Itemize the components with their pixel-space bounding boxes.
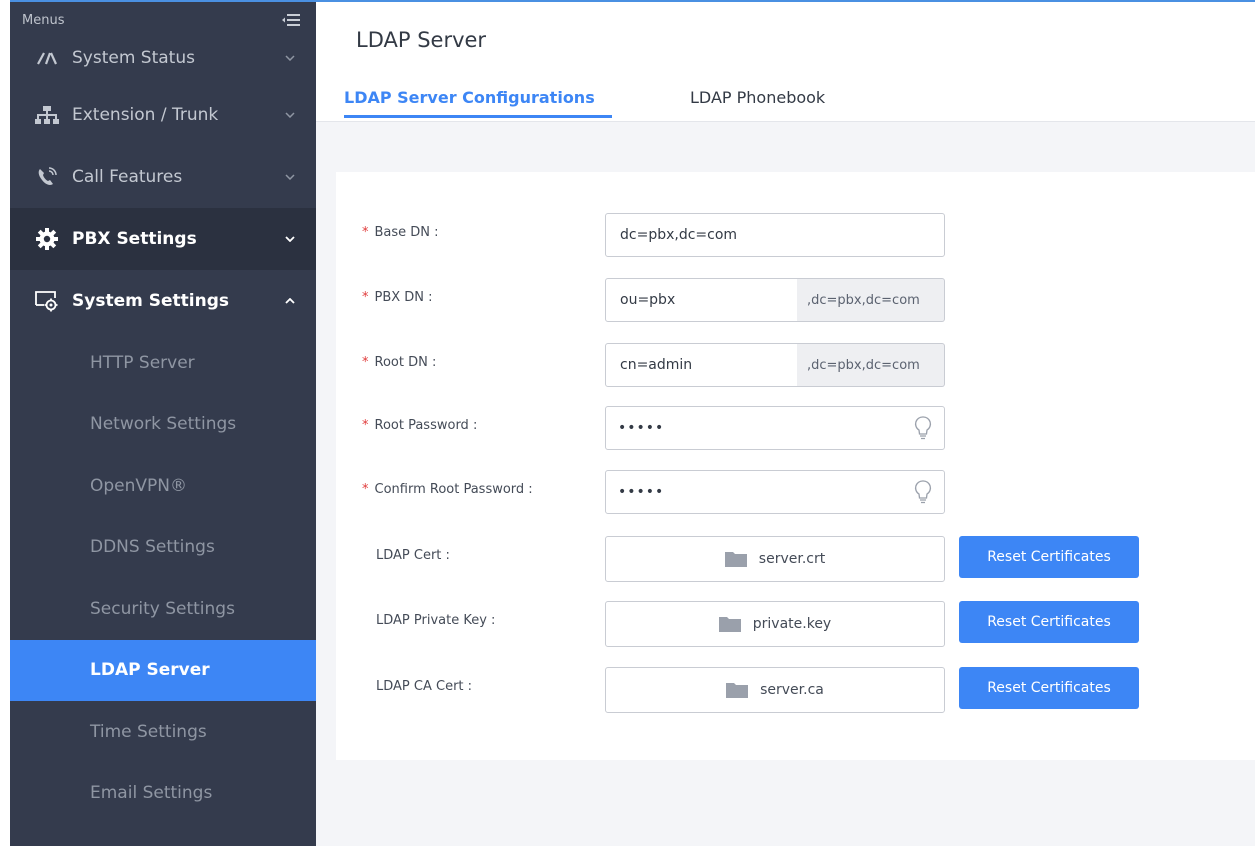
folder-icon xyxy=(718,617,741,632)
sidebar-subitem-ddns-settings[interactable]: DDNS Settings xyxy=(10,517,316,579)
label-text: PBX DN : xyxy=(374,290,433,305)
root-password-row: * Root Password : ••••• xyxy=(336,406,1255,450)
folder-icon xyxy=(726,683,749,698)
sidebar-item-label: System Settings xyxy=(72,291,229,311)
chevron-down-icon xyxy=(284,109,296,121)
ldap-ca-cert-row: LDAP CA Cert : server.ca Reset Certifica… xyxy=(336,667,1255,713)
active-tab-indicator xyxy=(344,115,612,118)
root-dn-suffix: ,dc=pbx,dc=com xyxy=(797,343,945,387)
network-icon xyxy=(34,104,60,126)
root-dn-label: * Root DN : xyxy=(362,355,436,370)
label-text: Root Password : xyxy=(374,418,478,433)
sidebar-item-system-settings[interactable]: System Settings xyxy=(10,270,316,332)
root-dn-input[interactable]: cn=admin xyxy=(605,343,798,387)
label-text: Root DN : xyxy=(374,355,437,370)
required-star: * xyxy=(362,290,369,305)
label-text: Confirm Root Password : xyxy=(374,482,533,497)
ldap-private-key-label: LDAP Private Key : xyxy=(376,613,496,628)
ldap-cert-row: LDAP Cert : server.crt Reset Certificate… xyxy=(336,536,1255,582)
system-settings-icon xyxy=(34,290,60,312)
ldap-ca-cert-filename: server.ca xyxy=(760,682,824,698)
base-dn-value: dc=pbx,dc=com xyxy=(620,227,738,243)
tab-ldap-server-configurations[interactable]: LDAP Server Configurations xyxy=(344,88,595,107)
required-star: * xyxy=(362,225,369,240)
chevron-down-icon xyxy=(284,233,296,245)
root-dn-row: * Root DN : cn=admin ,dc=pbx,dc=com xyxy=(336,343,1255,387)
sidebar-subitem-ldap-server[interactable]: LDAP Server xyxy=(10,639,316,701)
sidebar-subitem-http-server[interactable]: HTTP Server xyxy=(10,332,316,394)
pbx-dn-row: * PBX DN : ou=pbx ,dc=pbx,dc=com xyxy=(336,278,1255,322)
chevron-down-icon xyxy=(284,52,296,64)
sidebar-subitem-security-settings[interactable]: Security Settings xyxy=(10,578,316,640)
required-star: * xyxy=(362,355,369,370)
phone-icon xyxy=(34,166,60,188)
ldap-cert-filename: server.crt xyxy=(758,551,826,567)
left-margin xyxy=(0,0,10,846)
sidebar: Menus System Status Extension / Trunk Ca… xyxy=(10,2,316,846)
pbx-dn-value: ou=pbx xyxy=(620,292,676,308)
required-star: * xyxy=(362,482,369,497)
sidebar-item-label: PBX Settings xyxy=(72,229,197,249)
ldap-private-key-filename: private.key xyxy=(752,616,832,632)
pbx-dn-label: * PBX DN : xyxy=(362,290,433,305)
root-password-value: ••••• xyxy=(618,420,665,436)
sidebar-item-extension-trunk[interactable]: Extension / Trunk xyxy=(10,84,316,146)
ldap-config-form: * Base DN : dc=pbx,dc=com * PBX DN : ou=pb… xyxy=(336,172,1255,760)
folder-icon xyxy=(724,552,747,567)
page-title: LDAP Server xyxy=(356,28,487,52)
lightbulb-icon[interactable] xyxy=(914,415,932,441)
sidebar-item-label: Call Features xyxy=(72,167,183,187)
sidebar-subitem-email-settings[interactable]: Email Settings xyxy=(10,763,316,825)
sidebar-subitem-openvpn[interactable]: OpenVPN® xyxy=(10,455,316,517)
ldap-ca-cert-file-input[interactable]: server.ca xyxy=(605,667,945,713)
ldap-cert-file-input[interactable]: server.crt xyxy=(605,536,945,582)
reset-certificates-button[interactable]: Reset Certificates xyxy=(959,536,1139,578)
sidebar-item-call-features[interactable]: Call Features xyxy=(10,146,316,208)
confirm-password-label: * Confirm Root Password : xyxy=(362,482,533,497)
sidebar-subitem-time-settings[interactable]: Time Settings xyxy=(10,701,316,763)
root-password-label: * Root Password : xyxy=(362,418,477,433)
label-text: Base DN : xyxy=(374,225,439,240)
confirm-password-value: ••••• xyxy=(618,484,665,500)
base-dn-input[interactable]: dc=pbx,dc=com xyxy=(605,213,945,257)
sidebar-item-label: Extension / Trunk xyxy=(72,105,219,125)
ldap-private-key-file-input[interactable]: private.key xyxy=(605,601,945,647)
collapse-menu-icon[interactable] xyxy=(282,13,300,27)
lightbulb-icon[interactable] xyxy=(914,479,932,505)
main-content: LDAP Server LDAP Server Configurations L… xyxy=(316,2,1255,846)
confirm-password-row: * Confirm Root Password : ••••• xyxy=(336,470,1255,514)
required-star: * xyxy=(362,418,369,433)
sidebar-item-pbx-settings[interactable]: PBX Settings xyxy=(10,208,316,270)
root-dn-value: cn=admin xyxy=(620,357,693,373)
confirm-password-input[interactable]: ••••• xyxy=(605,470,945,514)
sidebar-item-label: System Status xyxy=(72,48,195,68)
sidebar-subitem-network-settings[interactable]: Network Settings xyxy=(10,394,316,456)
gear-icon xyxy=(34,228,60,250)
sidebar-item-system-status[interactable]: System Status xyxy=(10,32,316,84)
ldap-cert-label: LDAP Cert : xyxy=(376,548,450,563)
pbx-dn-suffix: ,dc=pbx,dc=com xyxy=(797,278,945,322)
reset-certificates-button[interactable]: Reset Certificates xyxy=(959,667,1139,709)
base-dn-label: * Base DN : xyxy=(362,225,439,240)
ldap-ca-cert-label: LDAP CA Cert : xyxy=(376,679,473,694)
chevron-up-icon xyxy=(284,295,296,307)
chevron-down-icon xyxy=(284,171,296,183)
pbx-dn-input[interactable]: ou=pbx xyxy=(605,278,798,322)
menus-label: Menus xyxy=(22,12,65,28)
root-password-input[interactable]: ••••• xyxy=(605,406,945,450)
gauge-icon xyxy=(34,47,60,69)
tab-ldap-phonebook[interactable]: LDAP Phonebook xyxy=(690,88,825,107)
reset-certificates-button[interactable]: Reset Certificates xyxy=(959,601,1139,643)
base-dn-row: * Base DN : dc=pbx,dc=com xyxy=(336,213,1255,257)
page-header: LDAP Server LDAP Server Configurations L… xyxy=(316,2,1255,122)
ldap-private-key-row: LDAP Private Key : private.key Reset Cer… xyxy=(336,601,1255,647)
